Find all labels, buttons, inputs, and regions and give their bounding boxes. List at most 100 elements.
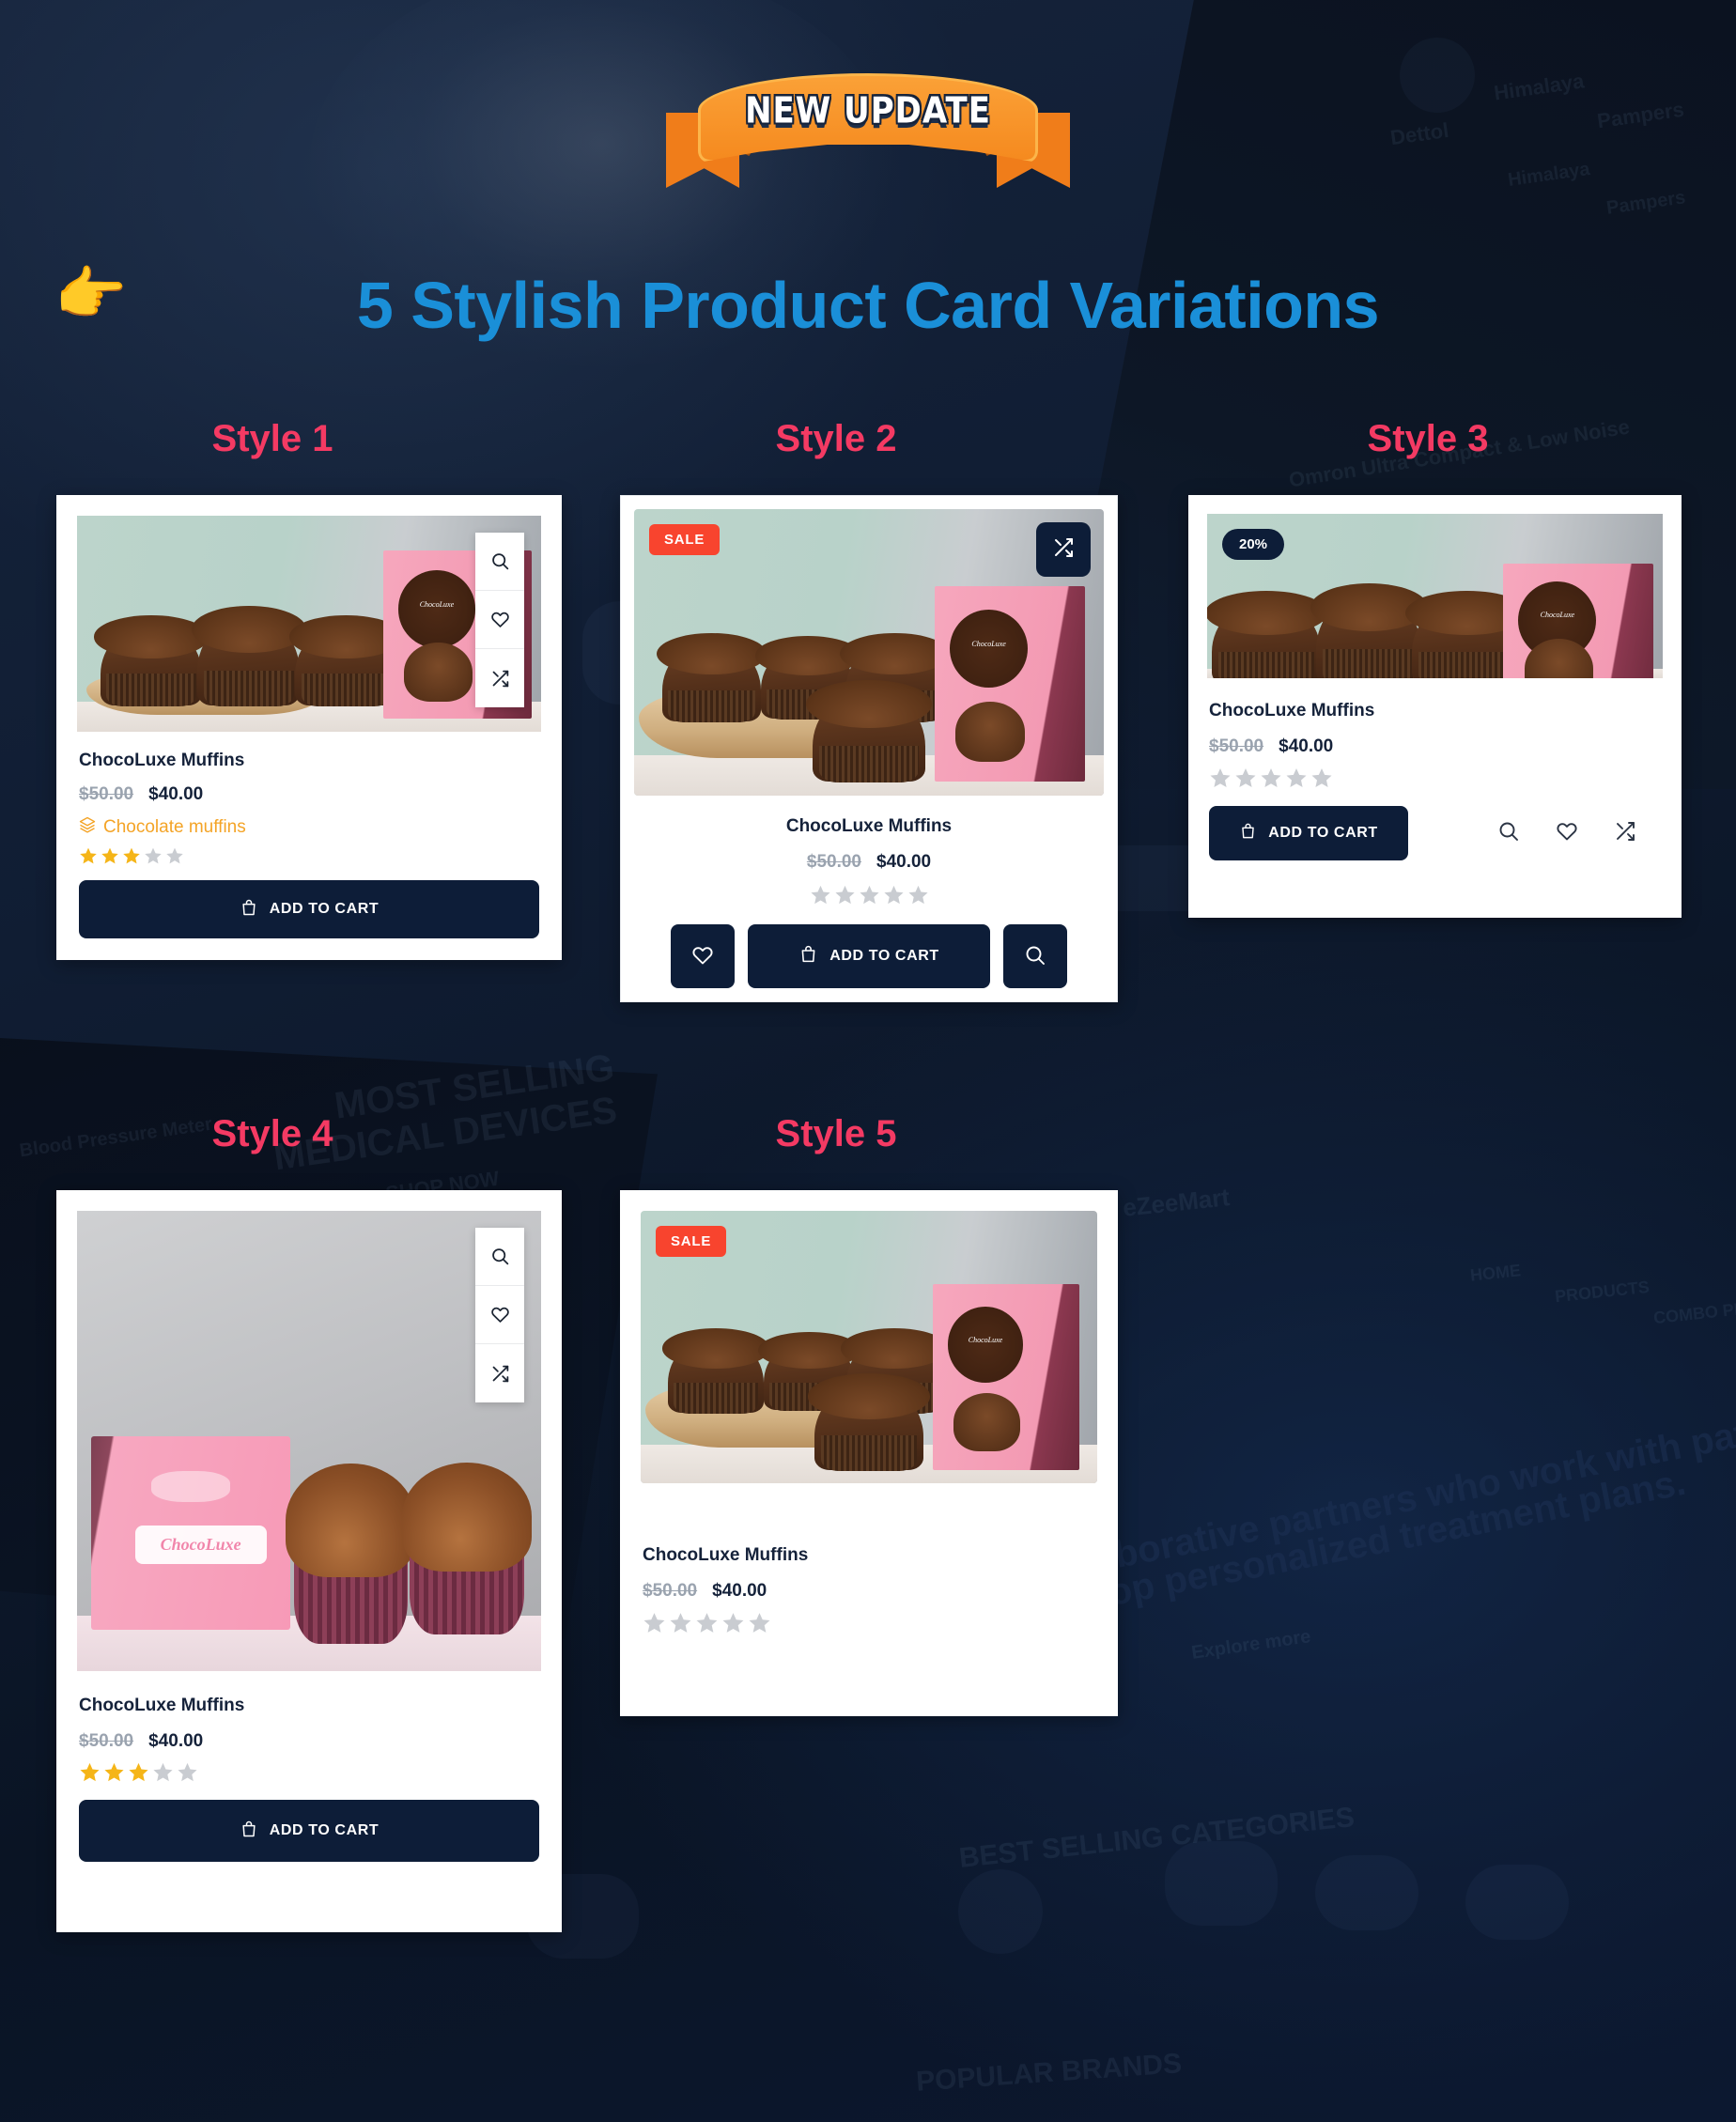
background-label: COMBO PR (1652, 1298, 1736, 1328)
search-icon[interactable] (475, 533, 524, 591)
background-label: borative partners who work with patients (1110, 1396, 1736, 1576)
star-empty (834, 885, 855, 905)
add-to-cart-button[interactable]: ADD TO CART (79, 1800, 539, 1862)
title-row: 👉 5 Stylish Product Card Variations (0, 262, 1736, 343)
background-label: op personalized treatment plans. (1105, 1461, 1689, 1615)
star-empty (670, 1613, 691, 1633)
star-empty (749, 1613, 770, 1633)
shuffle-compare-icon[interactable] (475, 649, 524, 707)
star-empty (166, 847, 183, 864)
original-price: $50.00 (643, 1581, 698, 1601)
pointing-hand-icon: 👉 (54, 262, 128, 327)
rating-stars-style-1 (79, 846, 539, 865)
product-title: ChocoLuxe Muffins (1209, 701, 1375, 720)
add-to-cart-button[interactable]: ADD TO CART (79, 880, 539, 938)
background-shape (1315, 1855, 1418, 1930)
search-icon[interactable] (475, 1228, 524, 1286)
shuffle-compare-icon[interactable] (1614, 820, 1636, 847)
sale-badge: SALE (656, 1226, 727, 1257)
background-label: Explore more (1190, 1626, 1312, 1664)
star-filled (129, 1762, 148, 1782)
sale-price: $40.00 (148, 784, 204, 804)
star-empty (1286, 768, 1307, 787)
price-row: $50.00 $40.00 (79, 1731, 539, 1752)
product-card-style-2[interactable]: SALE ChocoLuxe Muffins $50.00 $40.00 (620, 495, 1118, 1002)
star-filled (123, 847, 140, 864)
add-to-cart-label: ADD TO CART (1268, 825, 1378, 841)
price-row: $50.00 $40.00 (643, 852, 1094, 873)
quick-actions-style-3 (1497, 820, 1661, 847)
product-title: ChocoLuxe Muffins (785, 816, 953, 836)
wishlist-button[interactable] (671, 924, 735, 988)
cupcake (286, 1460, 416, 1644)
style-3-label: Style 3 (1367, 418, 1489, 459)
star-empty (178, 1762, 197, 1782)
price-row: $50.00 $40.00 (1209, 736, 1661, 757)
price-row: $50.00 $40.00 (79, 784, 539, 805)
product-title: ChocoLuxe Muffins (643, 1545, 809, 1565)
background-label: BEST SELLING CATEGORIES (957, 1801, 1356, 1875)
layers-stack-icon (79, 816, 96, 839)
add-to-cart-button[interactable]: ADD TO CART (1209, 806, 1408, 860)
rating-stars-style-2 (643, 884, 1094, 906)
heart-icon (691, 944, 714, 969)
style-4-label: Style 4 (211, 1113, 333, 1154)
sale-price: $40.00 (712, 1581, 767, 1601)
add-to-cart-label: ADD TO CART (269, 1822, 380, 1838)
style-5-label: Style 5 (775, 1113, 897, 1154)
star-empty (1311, 768, 1332, 787)
price-row: $50.00 $40.00 (643, 1581, 1095, 1602)
star-empty (145, 847, 162, 864)
quick-view-button[interactable] (1003, 924, 1067, 988)
heart-icon[interactable] (475, 591, 524, 649)
add-to-cart-label: ADD TO CART (269, 901, 380, 917)
star-filled (104, 1762, 124, 1782)
background-shape (1400, 38, 1475, 113)
product-card-style-4[interactable]: ChocoLuxe ChocoLuxe Muffins $50.00 $40.0… (56, 1190, 562, 1932)
shopping-bag-icon (798, 944, 818, 968)
product-card-style-3[interactable]: 20% ChocoLuxe Muffins $50.00 $40.00 (1188, 495, 1682, 918)
quick-actions-style-4[interactable] (475, 1228, 524, 1402)
rating-stars-style-5 (643, 1611, 1095, 1634)
star-empty (907, 885, 928, 905)
star-empty (1210, 768, 1231, 787)
product-card-style-5[interactable]: SALE ChocoLuxe Muffins $50.00 $40.00 (620, 1190, 1118, 1716)
product-image-style-2: SALE (634, 509, 1104, 796)
page-title: 5 Stylish Product Card Variations (356, 269, 1380, 342)
discount-badge: 20% (1222, 529, 1285, 560)
star-empty (643, 1613, 665, 1633)
product-card-style-1[interactable]: ChocoLuxe Muffins $50.00 $40.00 Chocolat… (56, 495, 562, 960)
shopping-bag-icon (1239, 822, 1257, 844)
star-filled (80, 1762, 100, 1782)
compare-button-style-2[interactable] (1036, 522, 1091, 577)
shuffle-compare-icon[interactable] (475, 1344, 524, 1402)
action-button-row-style-2: ADD TO CART (643, 924, 1094, 988)
product-image-style-4: ChocoLuxe (77, 1211, 541, 1671)
product-image-style-3: 20% (1207, 514, 1663, 678)
background-shape (1165, 1841, 1278, 1926)
add-to-cart-label: ADD TO CART (829, 948, 939, 964)
heart-icon[interactable] (475, 1286, 524, 1344)
add-to-cart-button[interactable]: ADD TO CART (748, 924, 990, 988)
star-empty (1261, 768, 1281, 787)
search-icon[interactable] (1497, 820, 1520, 847)
background-shape (958, 1869, 1043, 1954)
ribbon-label: NEW UPDATE (745, 89, 991, 132)
rating-stars-style-3 (1209, 767, 1661, 789)
original-price: $50.00 (806, 852, 861, 872)
sale-price: $40.00 (148, 1731, 204, 1751)
product-category[interactable]: Chocolate muffins (79, 816, 539, 839)
shuffle-compare-icon (1052, 536, 1075, 564)
product-title: ChocoLuxe Muffins (79, 751, 245, 770)
style-2-label: Style 2 (775, 418, 897, 459)
cupcake (401, 1460, 533, 1634)
quick-actions-style-1[interactable] (475, 533, 524, 707)
original-price: $50.00 (79, 784, 134, 804)
heart-icon[interactable] (1556, 820, 1578, 847)
sale-badge: SALE (649, 524, 721, 555)
product-title: ChocoLuxe Muffins (79, 1696, 245, 1715)
background-label: HOME (1469, 1261, 1522, 1285)
style-1-label: Style 1 (211, 418, 333, 459)
sale-price: $40.00 (1279, 736, 1334, 756)
product-image-style-1 (77, 516, 541, 732)
